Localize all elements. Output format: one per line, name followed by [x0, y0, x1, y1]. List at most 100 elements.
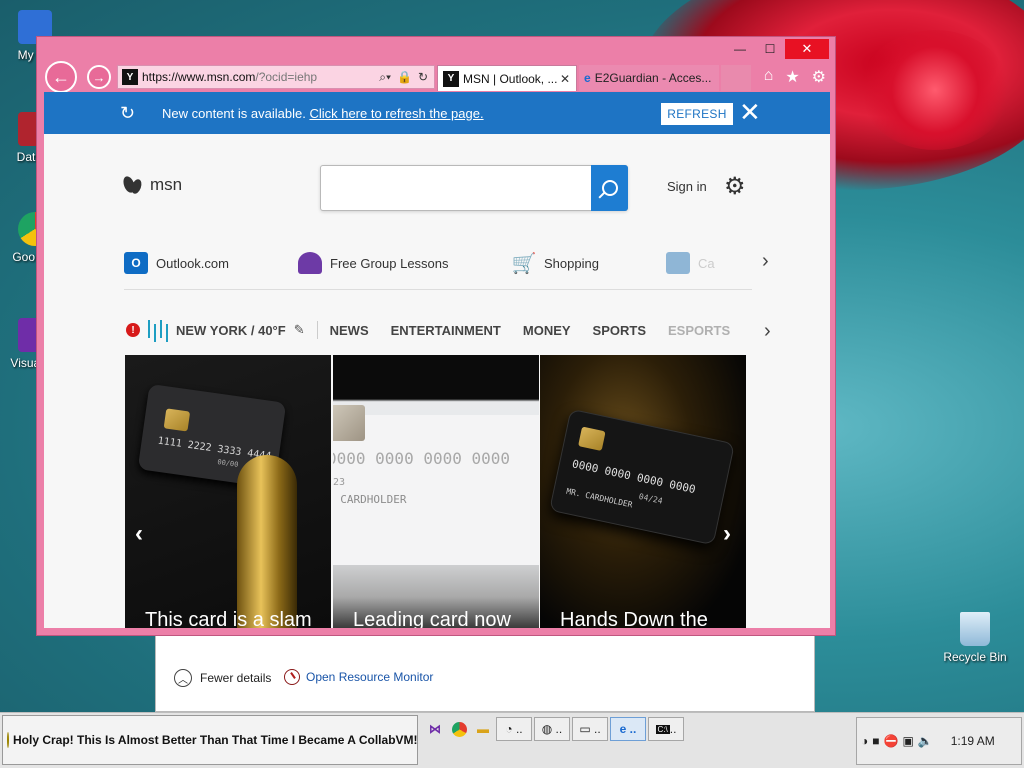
- search-dropdown-icon[interactable]: ⌕▾: [379, 70, 391, 85]
- refresh-icon[interactable]: ↻: [418, 70, 428, 85]
- card-caption: Leading card now: [353, 609, 511, 628]
- command-prompt-icon: C:\: [655, 724, 670, 734]
- carousel-next-icon[interactable]: ›: [723, 520, 731, 548]
- search-box: [320, 165, 628, 211]
- search-icon: [601, 180, 618, 196]
- monitor-icon: ▭ ..: [579, 722, 601, 736]
- taskbar-window-button[interactable]: ▭ ..: [572, 717, 608, 741]
- graduation-cap-icon: [298, 252, 322, 274]
- quick-link-lessons[interactable]: Free Group Lessons: [298, 252, 449, 274]
- favorites-star-icon[interactable]: ★: [785, 67, 799, 87]
- settings-gear-icon[interactable]: ⚙: [812, 67, 826, 87]
- news-carousel: 1111 2222 3333 4444 00/00 This card is a…: [125, 355, 747, 628]
- minimize-button[interactable]: —: [725, 39, 755, 59]
- nav-esports[interactable]: ESPORTS: [668, 323, 730, 338]
- rain-icon: [146, 318, 170, 342]
- refresh-page-link[interactable]: Click here to refresh the page.: [309, 106, 483, 121]
- visual-studio-taskbar-icon[interactable]: ⋈: [424, 717, 446, 741]
- msn-logo[interactable]: msn: [122, 174, 182, 196]
- desktop-icon-recycle-bin[interactable]: Recycle Bin: [940, 612, 1010, 664]
- taskbar-cmd-button[interactable]: C:\..: [648, 717, 684, 741]
- card-caption: This card is a slam: [145, 609, 312, 628]
- carousel-card[interactable]: 0000 0000 0000 0000 04/24 MR. CARDHOLDER…: [540, 355, 746, 628]
- divider: [316, 321, 318, 339]
- sign-in-link[interactable]: Sign in: [667, 179, 707, 194]
- close-tab-icon[interactable]: ✕: [560, 72, 570, 86]
- new-tab-button[interactable]: [721, 65, 751, 91]
- tab-e2guardian[interactable]: e E2Guardian - Acces...: [579, 65, 719, 91]
- carousel-card[interactable]: 0000 0000 0000 0000 /23 . CARDHOLDER Lea…: [333, 355, 539, 628]
- nav-entertainment[interactable]: ENTERTAINMENT: [391, 323, 501, 338]
- back-button[interactable]: ←: [45, 61, 77, 93]
- nav-news[interactable]: NEWS: [330, 323, 369, 338]
- shopping-cart-icon: 🛒: [511, 252, 537, 275]
- forward-button[interactable]: →: [87, 65, 111, 89]
- close-notification-icon[interactable]: ✕: [739, 98, 761, 126]
- msn-tab-icon: Y: [443, 70, 459, 87]
- stop-icon[interactable]: ■: [872, 734, 879, 748]
- address-bar[interactable]: Y https://www.msn.com/?ocid=iehp ⌕▾ 🔒 ↻: [117, 65, 435, 89]
- quick-links: O Outlook.com Free Group Lessons 🛒 Shopp…: [124, 252, 752, 290]
- car-icon: [666, 252, 690, 274]
- network-error-icon[interactable]: ⛔: [884, 734, 899, 748]
- volume-icon[interactable]: 🔈: [918, 734, 933, 748]
- nav-sports[interactable]: SPORTS: [593, 323, 646, 338]
- card-chip-icon: [578, 426, 606, 452]
- refresh-button[interactable]: REFRESH: [661, 103, 733, 125]
- quick-link-outlook[interactable]: O Outlook.com: [124, 252, 229, 274]
- open-resource-monitor-link[interactable]: Open Resource Monitor: [284, 669, 433, 685]
- search-button[interactable]: [591, 165, 628, 211]
- chrome-taskbar-icon[interactable]: [448, 717, 470, 741]
- weather-location[interactable]: NEW YORK / 40°F: [176, 323, 286, 338]
- taskbar-window-button[interactable]: ◔ ..: [496, 717, 532, 741]
- pencil-edit-icon[interactable]: ✎: [294, 322, 305, 338]
- flower-wallpaper-highlight: [860, 30, 1010, 150]
- app-window-icon: ◔ ..: [505, 722, 523, 736]
- card-chip-icon: [333, 405, 365, 441]
- smiley-icon: [7, 732, 9, 748]
- start-button[interactable]: Holy Crap! This Is Almost Better Than Th…: [2, 715, 418, 765]
- taskbar: Holy Crap! This Is Almost Better Than Th…: [0, 712, 1024, 768]
- taskbar-window-button[interactable]: ◍ ..: [534, 717, 570, 741]
- search-input[interactable]: [329, 176, 584, 202]
- msn-butterfly-icon: [122, 174, 144, 196]
- close-window-button[interactable]: ✕: [785, 39, 829, 59]
- carousel-card[interactable]: 1111 2222 3333 4444 00/00 This card is a…: [125, 355, 331, 628]
- chevron-right-icon[interactable]: ›: [762, 250, 769, 273]
- tray-app-icon[interactable]: ◑: [861, 734, 868, 748]
- tab-msn[interactable]: Y MSN | Outlook, ... ✕: [437, 65, 577, 91]
- news-nav: ! NEW YORK / 40°F ✎ NEWS ENTERTAINMENT M…: [126, 318, 752, 342]
- refresh-icon: ↻: [120, 103, 136, 123]
- nav-money[interactable]: MONEY: [523, 323, 571, 338]
- arrow-right-icon: →: [92, 69, 106, 85]
- taskbar-ie-button[interactable]: e ..: [610, 717, 646, 741]
- network-icon[interactable]: ▣: [902, 734, 913, 748]
- folder-taskbar-icon[interactable]: ▬: [472, 717, 494, 741]
- card-chip-icon: [163, 408, 191, 432]
- resource-monitor-icon: [284, 669, 300, 685]
- credit-card-image: 0000 0000 0000 0000 /23 . CARDHOLDER: [333, 405, 539, 565]
- window-controls: — ☐ ✕: [725, 39, 829, 59]
- globe-icon: ◍ ..: [541, 722, 563, 736]
- navigation-bar: ← → Y https://www.msn.com/?ocid=iehp ⌕▾ …: [45, 61, 830, 93]
- gold-hand-image: [237, 455, 297, 628]
- maximize-button[interactable]: ☐: [755, 39, 785, 59]
- refresh-notification-bar: ↻ New content is available. Click here t…: [44, 92, 830, 134]
- chevron-right-icon[interactable]: ›: [764, 320, 771, 343]
- clock[interactable]: 1:19 AM: [951, 734, 995, 748]
- fewer-details-button[interactable]: ︿ Fewer details: [174, 669, 271, 687]
- url-text[interactable]: https://www.msn.com/?ocid=iehp: [142, 70, 379, 84]
- lock-icon[interactable]: 🔒: [397, 70, 412, 85]
- carousel-prev-icon[interactable]: ‹: [135, 520, 143, 548]
- quick-link-shopping[interactable]: 🛒 Shopping: [511, 252, 599, 275]
- ie-window: — ☐ ✕ ← → Y https://www.msn.com/?ocid=ie…: [36, 36, 836, 636]
- quick-link-cars[interactable]: Ca: [666, 252, 715, 274]
- recycle-bin-icon: [960, 612, 990, 646]
- weather-alert-icon[interactable]: !: [126, 323, 140, 337]
- gear-icon[interactable]: ⚙: [724, 172, 746, 201]
- home-icon[interactable]: ⌂: [764, 67, 774, 87]
- msn-favicon-icon: Y: [122, 69, 138, 85]
- card-caption: Hands Down the: [560, 609, 708, 628]
- outlook-icon: O: [124, 252, 148, 274]
- arrow-left-icon: ←: [52, 66, 70, 87]
